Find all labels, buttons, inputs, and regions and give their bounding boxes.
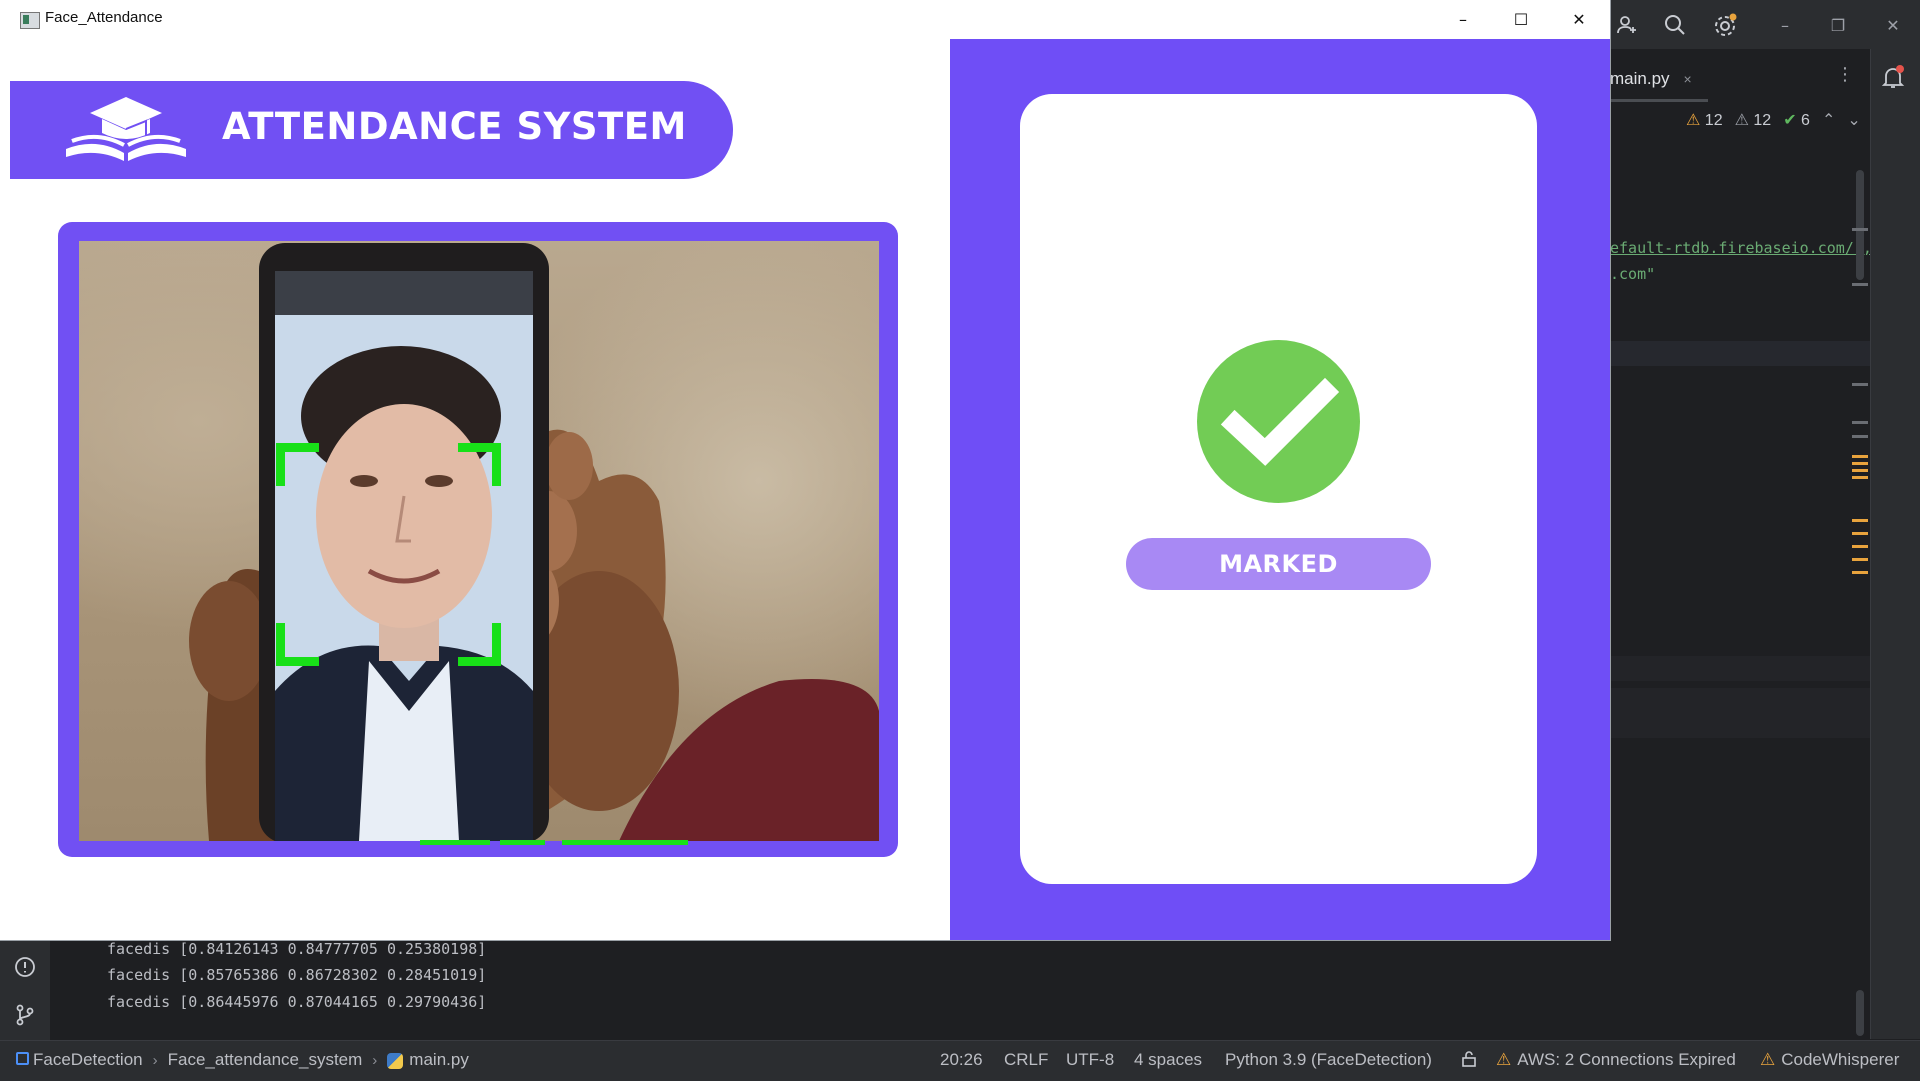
inspection-widget[interactable]: ⚠ 12 ⚠ 12 ✔ 6 ⌃ ⌄ — [1686, 110, 1861, 130]
detection-overflow-mark — [562, 840, 688, 845]
editor-scrollbar[interactable] — [1856, 170, 1864, 280]
face-box-corner-bottom-left — [276, 623, 319, 666]
warning-count: 12 — [1704, 112, 1723, 129]
app-icon — [20, 12, 40, 29]
breadcrumb-file[interactable]: main.py — [387, 1050, 469, 1070]
code-block-highlight — [1610, 656, 1870, 681]
ok-count: 6 — [1801, 112, 1810, 129]
problems-icon[interactable] — [13, 955, 37, 983]
tab-close-icon[interactable]: × — [1684, 71, 1692, 87]
warning-marker — [1852, 519, 1868, 522]
status-interpreter[interactable]: Python 3.9 (FaceDetection) — [1225, 1050, 1432, 1070]
more-options-icon[interactable]: ⋮ — [1836, 64, 1854, 85]
graduation-book-icon — [62, 95, 190, 165]
chevron-right-icon: › — [372, 1051, 378, 1069]
status-aws[interactable]: ⚠ AWS: 2 Connections Expired — [1496, 1050, 1736, 1070]
warning-marker — [1852, 455, 1868, 458]
window-title: Face_Attendance — [45, 9, 163, 26]
warning-icon: ⚠ — [1760, 1050, 1776, 1069]
prev-issue-icon[interactable]: ⌃ — [1822, 110, 1835, 130]
weak-warning-icon: ⚠ — [1734, 112, 1749, 129]
face-box-corner-top-right — [458, 443, 501, 486]
face-attendance-window: Face_Attendance – ☐ ✕ ATTENDANCE SYSTEM — [0, 0, 1610, 940]
lock-icon[interactable] — [1460, 1050, 1478, 1068]
scroll-marker — [1852, 383, 1868, 386]
webcam-image — [189, 243, 879, 841]
typo-check-icon: ✔ — [1783, 112, 1797, 129]
search-icon[interactable] — [1660, 10, 1690, 40]
warning-marker — [1852, 462, 1868, 465]
webcam-feed — [79, 241, 879, 841]
editor-tab-main-py[interactable]: main.py × — [1610, 64, 1692, 94]
status-codewhisperer[interactable]: ⚠ CodeWhisperer — [1760, 1050, 1899, 1070]
status-caret-position[interactable]: 20:26 — [940, 1050, 983, 1070]
status-encoding[interactable]: UTF-8 — [1066, 1050, 1114, 1070]
face-box-corner-top-left — [276, 443, 319, 486]
warning-marker — [1852, 545, 1868, 548]
scroll-marker — [1852, 421, 1868, 424]
minimize-button[interactable]: – — [1434, 0, 1492, 39]
scroll-marker — [1852, 435, 1868, 438]
warning-icon: ⚠ — [1496, 1050, 1512, 1069]
console-line: facedis [0.85765386 0.86728302 0.2845101… — [107, 966, 487, 984]
status-bar: FaceDetection › Face_attendance_system ›… — [0, 1040, 1920, 1081]
ide-close-button[interactable]: ✕ — [1881, 14, 1905, 38]
left-tool-strip — [0, 935, 50, 1040]
breadcrumb-folder[interactable]: Face_attendance_system — [168, 1050, 363, 1070]
warning-marker — [1852, 558, 1868, 561]
close-button[interactable]: ✕ — [1550, 0, 1608, 39]
warning-marker — [1852, 532, 1868, 535]
code-line-url[interactable]: efault-rtdb.firebaseio.com/', — [1610, 239, 1872, 257]
window-titlebar[interactable]: Face_Attendance – ☐ ✕ — [0, 0, 1610, 39]
console-line: facedis [0.86445976 0.87044165 0.2979043… — [107, 993, 487, 1011]
breadcrumb: FaceDetection › Face_attendance_system ›… — [16, 1050, 469, 1070]
scroll-marker — [1852, 228, 1868, 231]
warning-marker — [1852, 469, 1868, 472]
add-user-icon[interactable] — [1612, 10, 1642, 40]
python-file-icon — [387, 1052, 404, 1069]
scroll-marker — [1852, 283, 1868, 286]
breadcrumb-project[interactable]: FaceDetection — [16, 1050, 143, 1070]
console-line: facedis [0.84126143 0.84777705 0.2538019… — [107, 940, 487, 958]
face-box-corner-bottom-right — [458, 623, 501, 666]
console-scrollbar[interactable] — [1856, 990, 1864, 1036]
next-issue-icon[interactable]: ⌄ — [1847, 110, 1860, 130]
status-line-separator[interactable]: CRLF — [1004, 1050, 1048, 1070]
marked-status-badge: MARKED — [1126, 538, 1431, 590]
active-tab-indicator — [1610, 99, 1708, 102]
check-circle-icon — [1197, 340, 1360, 503]
weak-warning-count: 12 — [1753, 112, 1772, 129]
code-line-string[interactable]: .com" — [1610, 265, 1655, 283]
ide-minimize-button[interactable]: – — [1773, 14, 1797, 38]
module-icon — [16, 1052, 29, 1065]
right-tool-strip — [1870, 49, 1920, 1039]
maximize-button[interactable]: ☐ — [1492, 0, 1550, 39]
notifications-bell-icon[interactable] — [1880, 64, 1906, 94]
settings-gear-icon[interactable] — [1710, 10, 1740, 40]
code-block-highlight-2 — [1610, 688, 1870, 738]
tab-label: main.py — [1610, 69, 1670, 88]
app-title: ATTENDANCE SYSTEM — [222, 105, 687, 148]
detection-overflow-mark — [500, 840, 545, 845]
current-line-highlight — [1610, 341, 1870, 366]
chevron-right-icon: › — [152, 1051, 158, 1069]
git-branch-icon[interactable] — [13, 1003, 37, 1031]
warning-marker — [1852, 476, 1868, 479]
ide-restore-button[interactable]: ❐ — [1826, 14, 1850, 38]
status-indent[interactable]: 4 spaces — [1134, 1050, 1202, 1070]
warning-icon: ⚠ — [1686, 112, 1701, 129]
detection-overflow-mark — [420, 840, 490, 845]
warning-marker — [1852, 571, 1868, 574]
